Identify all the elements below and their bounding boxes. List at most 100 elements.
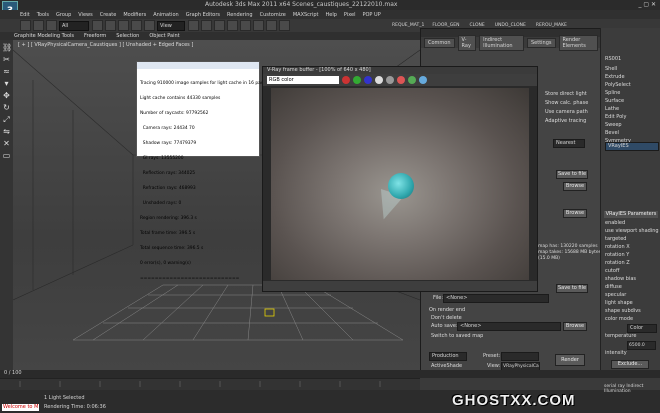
move-tool-icon[interactable]: ✥ <box>2 91 11 100</box>
switch-saved-map-checkbox[interactable]: Switch to saved map <box>431 333 483 339</box>
param-rotation-z[interactable]: rotation Z <box>605 260 630 266</box>
param-temperature[interactable]: temperature <box>605 333 636 339</box>
save-to-file-button[interactable]: Save to file <box>556 170 588 179</box>
menu-create[interactable]: Create <box>100 12 117 18</box>
tab-settings[interactable]: Settings <box>526 37 556 48</box>
maxscript-listener[interactable]: Welcome to M <box>2 404 39 411</box>
window-controls[interactable]: _ ▢ ✕ <box>638 1 656 8</box>
tab-indirect-illumination[interactable]: Indirect Illumination <box>479 34 524 51</box>
auto-save-input[interactable]: <None> <box>457 322 561 331</box>
param-enabled[interactable]: enabled <box>605 220 625 226</box>
browse-button-3[interactable]: Browse <box>563 322 587 331</box>
menu-edit[interactable]: Edit <box>20 12 30 18</box>
align-icon[interactable] <box>240 20 251 31</box>
activeshade-radio[interactable]: ActiveShade <box>431 363 462 369</box>
render-setup-icon[interactable] <box>266 20 277 31</box>
render-last-icon[interactable] <box>419 76 427 84</box>
menu-group[interactable]: Group <box>56 12 71 18</box>
link-icon[interactable] <box>46 20 57 31</box>
param-specular[interactable]: specular <box>605 292 626 298</box>
mono-icon[interactable] <box>386 76 394 84</box>
menu-popup[interactable]: POP UP <box>362 12 380 18</box>
panel-item[interactable]: Spline <box>605 90 620 96</box>
select-by-name-icon[interactable] <box>105 20 116 31</box>
bind-space-warp-icon[interactable]: ≈ <box>2 67 11 76</box>
camera-tool-icon[interactable]: ▭ <box>2 151 11 160</box>
mirror-tool-icon[interactable]: ⇋ <box>2 127 11 136</box>
panel-item[interactable]: Shell <box>605 66 617 72</box>
log-titlebar[interactable] <box>137 62 259 69</box>
panel-item[interactable]: PolySelect <box>605 82 631 88</box>
tab-vray[interactable]: V-Ray <box>457 34 477 51</box>
temperature-input[interactable]: 6500.0 <box>627 341 656 350</box>
render-icon[interactable] <box>279 20 290 31</box>
red-channel-icon[interactable] <box>342 76 350 84</box>
dont-delete-checkbox[interactable]: Don't delete <box>431 315 462 321</box>
panel-item[interactable]: Sweep <box>605 122 622 128</box>
param-light-shape[interactable]: light shape <box>605 300 633 306</box>
channel-dropdown[interactable]: RGB color <box>267 76 339 84</box>
blue-channel-icon[interactable] <box>364 76 372 84</box>
ribbon-tab-selection[interactable]: Selection <box>116 33 139 39</box>
scale-icon[interactable] <box>144 20 155 31</box>
param-targeted[interactable]: targeted <box>605 236 626 242</box>
menu-help[interactable]: Help <box>326 12 337 18</box>
redo-icon[interactable] <box>33 20 44 31</box>
close-tool-icon[interactable]: ✕ <box>2 139 11 148</box>
tab-render-elements[interactable]: Render Elements <box>558 34 598 51</box>
scale-tool-icon[interactable]: ⤢ <box>2 115 11 124</box>
preset-dropdown[interactable] <box>501 352 539 361</box>
rendered-image[interactable] <box>271 88 529 280</box>
adaptive-tracing-checkbox[interactable]: Adaptive tracing <box>545 118 586 124</box>
menu-customize[interactable]: Customize <box>260 12 286 18</box>
rotate-icon[interactable] <box>131 20 142 31</box>
panel-item[interactable]: Extrude <box>605 74 625 80</box>
param-shape-subdivs[interactable]: shape subdivs <box>605 308 641 314</box>
panel-item[interactable]: RS001 <box>605 56 621 62</box>
menu-animation[interactable]: Animation <box>153 12 179 18</box>
param-diffuse[interactable]: diffuse <box>605 284 622 290</box>
menu-maxscript[interactable]: MAXScript <box>293 12 319 18</box>
auto-save-checkbox[interactable]: Auto save: <box>431 323 458 329</box>
move-icon[interactable] <box>118 20 129 31</box>
filter-dropdown[interactable]: Nearest <box>553 139 585 148</box>
mirror-icon[interactable] <box>227 20 238 31</box>
angle-snap-icon[interactable] <box>214 20 225 31</box>
file-input[interactable]: <None> <box>443 294 549 303</box>
param-rotation-x[interactable]: rotation X <box>605 244 630 250</box>
exclude-button[interactable]: Exclude... <box>611 360 649 369</box>
param-shadow-bias[interactable]: shadow bias <box>605 276 636 282</box>
viewport-label[interactable]: [ + ] [ VRayPhysicalCamera_Caustiques ] … <box>18 42 193 48</box>
vfb-title[interactable]: V-Ray frame buffer - [100% of 640 x 480] <box>263 67 537 74</box>
selection-filter-dropdown[interactable]: All <box>59 20 89 31</box>
panel-item[interactable]: Lathe <box>605 106 619 112</box>
save-image-icon[interactable] <box>397 76 405 84</box>
menu-views[interactable]: Views <box>78 12 92 18</box>
browse-button-2[interactable]: Browse <box>563 209 587 218</box>
alpha-channel-icon[interactable] <box>375 76 383 84</box>
vrayies-rollout[interactable]: VRayIES Parameters <box>604 211 658 218</box>
select-link-icon[interactable]: ⛓ <box>2 43 12 52</box>
param-color-mode[interactable]: color mode <box>605 316 633 322</box>
ribbon-tab-freeform[interactable]: Freeform <box>84 33 106 39</box>
save-to-file-button-2[interactable]: Save to file <box>556 284 588 293</box>
panel-item[interactable]: Bevel <box>605 130 619 136</box>
param-viewport-shading[interactable]: use viewport shading <box>605 228 659 234</box>
rotate-tool-icon[interactable]: ↻ <box>2 103 11 112</box>
unlink-icon[interactable]: ✂ <box>2 55 11 64</box>
material-editor-icon[interactable] <box>253 20 264 31</box>
menu-modifiers[interactable]: Modifiers <box>123 12 146 18</box>
render-mode-dropdown[interactable]: Production <box>429 352 467 361</box>
show-calc-phase-checkbox[interactable]: Show calc. phase <box>545 100 588 106</box>
render-button[interactable]: Render <box>555 354 585 366</box>
modifier-stack-selected[interactable]: VRayIES <box>605 142 659 151</box>
snap-icon[interactable] <box>201 20 212 31</box>
select-icon[interactable] <box>92 20 103 31</box>
filter-icon[interactable]: ▾ <box>2 79 11 88</box>
tab-common[interactable]: Common <box>424 37 455 48</box>
menu-rendering[interactable]: Rendering <box>227 12 253 18</box>
ribbon-tab-graphite[interactable]: Graphite Modeling Tools <box>14 33 74 39</box>
param-cutoff[interactable]: cutoff <box>605 268 619 274</box>
browse-button[interactable]: Browse <box>563 182 587 191</box>
time-slider[interactable]: 0 / 100 <box>0 370 660 378</box>
